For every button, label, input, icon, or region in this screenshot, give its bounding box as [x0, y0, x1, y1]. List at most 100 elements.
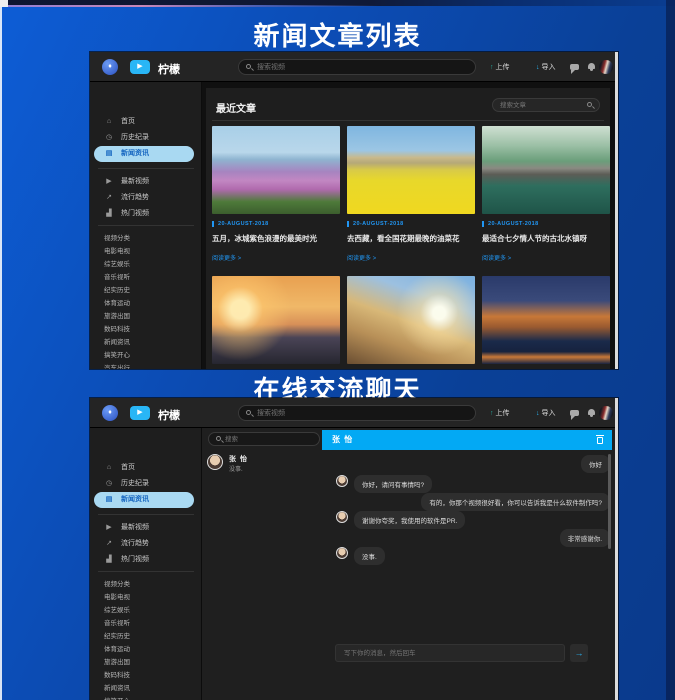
- messages-icon[interactable]: [570, 64, 579, 70]
- send-icon: →: [575, 648, 584, 658]
- sidebar-item-news-active[interactable]: ▤新闻资讯: [94, 146, 194, 162]
- app-header: ♦ ▶ 柠檬 ↑上传 ↓导入: [90, 398, 615, 428]
- import-button[interactable]: ↓导入: [536, 408, 556, 418]
- user-avatar[interactable]: [599, 406, 613, 420]
- user-avatar[interactable]: [599, 60, 613, 74]
- article-card[interactable]: 20-AUGUST-2018 最适合七夕情人节的古北水镇呀 阅读更多 >: [482, 126, 610, 262]
- notifications-icon[interactable]: [588, 409, 595, 415]
- article-title[interactable]: 最适合七夕情人节的古北水镇呀: [482, 233, 610, 244]
- sidebar-category[interactable]: 体育运动: [104, 643, 202, 656]
- sidebar-category[interactable]: 搞笑开心: [104, 349, 202, 362]
- sidebar-item-home[interactable]: ⌂首页: [90, 114, 202, 130]
- upload-icon: ↑: [490, 64, 494, 71]
- read-more-link[interactable]: 阅读更多 >: [347, 253, 475, 262]
- sidebar-category[interactable]: 新闻资讯: [104, 336, 202, 349]
- contact-last-message: 没事.: [229, 464, 243, 473]
- sidebar-item-trending[interactable]: ↗流行趋势: [90, 536, 202, 552]
- chart-icon: ▟: [104, 206, 114, 222]
- sidebar-category[interactable]: 数码科技: [104, 323, 202, 336]
- send-button[interactable]: →: [570, 644, 588, 662]
- article-title[interactable]: 去西藏，看全国花期最晚的油菜花: [347, 233, 475, 244]
- sidebar-category[interactable]: 新闻资讯: [104, 682, 202, 695]
- video-search-box[interactable]: [238, 405, 476, 421]
- import-icon: ↓: [536, 64, 540, 71]
- sidebar-category[interactable]: 电影电视: [104, 245, 202, 258]
- sidebar-item-history[interactable]: ◷历史纪录: [90, 130, 202, 146]
- sidebar-category[interactable]: 旅游出国: [104, 656, 202, 669]
- contact-search-input[interactable]: [225, 433, 315, 445]
- sidebar-category[interactable]: 视频分类: [104, 578, 202, 591]
- sidebar-category[interactable]: 纪实历史: [104, 630, 202, 643]
- article-card[interactable]: 20-AUGUST-2018 去西藏，看全国花期最晚的油菜花 阅读更多 >: [347, 126, 475, 262]
- home-icon: ⌂: [104, 114, 114, 130]
- article-image-harbor-sunset: [212, 276, 340, 364]
- sidebar-category[interactable]: 视频分类: [104, 232, 202, 245]
- app-logo-icon[interactable]: ♦: [102, 59, 118, 75]
- trend-icon: ↗: [104, 190, 114, 206]
- article-search-input[interactable]: [500, 99, 584, 111]
- sidebar: ⌂首页 ◷历史纪录 ▤新闻资讯 ▶最新视频 ↗流行趋势 ▟热门视频 视频分类 电…: [90, 82, 202, 369]
- chat-message-received: 你好，请问有事情吗?: [336, 475, 432, 493]
- sidebar-item-latest-videos[interactable]: ▶最新视频: [90, 174, 202, 190]
- chat-partner-name: 张 怡: [332, 435, 353, 444]
- play-logo-icon[interactable]: ▶: [130, 406, 150, 420]
- article-card[interactable]: [347, 276, 475, 364]
- chat-scrollbar[interactable]: [608, 454, 611, 549]
- sidebar-category[interactable]: 综艺娱乐: [104, 604, 202, 617]
- app-logo-icon[interactable]: ♦: [102, 405, 118, 421]
- read-more-link[interactable]: 阅读更多 >: [212, 253, 340, 262]
- article-card[interactable]: 20-AUGUST-2018 五月，冰城紫色浪漫的最美时光 阅读更多 >: [212, 126, 340, 262]
- article-search-box[interactable]: [492, 98, 600, 112]
- message-input-box[interactable]: [335, 644, 565, 662]
- video-search-input[interactable]: [257, 60, 467, 74]
- sidebar-item-history[interactable]: ◷历史纪录: [90, 476, 202, 492]
- chat-message-sent: 你好: [581, 455, 610, 473]
- article-title[interactable]: 五月，冰城紫色浪漫的最美时光: [212, 233, 340, 244]
- article-card[interactable]: [212, 276, 340, 364]
- sidebar-category[interactable]: 体育运动: [104, 297, 202, 310]
- contact-name[interactable]: 张 怡: [229, 454, 248, 464]
- history-icon: ◷: [104, 476, 114, 492]
- contact-search-box[interactable]: [208, 432, 320, 446]
- play-logo-icon[interactable]: ▶: [130, 60, 150, 74]
- chat-message-sent: 非常感谢你.: [560, 529, 610, 547]
- video-search-box[interactable]: [238, 59, 476, 75]
- sidebar-category[interactable]: 旅游出国: [104, 310, 202, 323]
- sidebar-item-home[interactable]: ⌂首页: [90, 460, 202, 476]
- chat-main: 张 怡 张 怡 没事. 你好 你好，请问有事情吗? 有的，你那个视频很好看，你可…: [202, 428, 618, 700]
- upload-button[interactable]: ↑上传: [490, 62, 510, 72]
- sidebar-category[interactable]: 音乐视听: [104, 271, 202, 284]
- sidebar-item-news-active[interactable]: ▤新闻资讯: [94, 492, 194, 508]
- article-card[interactable]: [482, 276, 610, 364]
- sidebar-category[interactable]: 搞笑开心: [104, 695, 202, 700]
- sidebar-category[interactable]: 综艺娱乐: [104, 258, 202, 271]
- read-more-link[interactable]: 阅读更多 >: [482, 253, 610, 262]
- articles-main: 最近文章 20-AUGUST-2018 五月，冰城紫色浪漫的最美时光 阅读更多 …: [202, 82, 615, 369]
- chat-message-sent: 有的，你那个视频很好看，你可以告诉我是什么软件制作吗?: [421, 493, 610, 511]
- search-icon: [587, 102, 592, 107]
- delete-chat-icon[interactable]: [597, 437, 603, 444]
- chat-message-received: 没事.: [336, 547, 385, 565]
- sidebar-category[interactable]: 音乐视听: [104, 617, 202, 630]
- sidebar-category[interactable]: 汽车出行: [104, 362, 202, 369]
- sidebar-item-hot-videos[interactable]: ▟热门视频: [90, 206, 202, 222]
- video-icon: ▶: [104, 174, 114, 190]
- sidebar-category[interactable]: 纪实历史: [104, 284, 202, 297]
- sidebar-item-trending[interactable]: ↗流行趋势: [90, 190, 202, 206]
- upload-button[interactable]: ↑上传: [490, 408, 510, 418]
- sidebar-item-hot-videos[interactable]: ▟热门视频: [90, 552, 202, 568]
- message-avatar: [336, 475, 348, 487]
- notifications-icon[interactable]: [588, 63, 595, 69]
- import-button[interactable]: ↓导入: [536, 62, 556, 72]
- sidebar: ⌂首页 ◷历史纪录 ▤新闻资讯 ▶最新视频 ↗流行趋势 ▟热门视频 视频分类 电…: [90, 428, 202, 700]
- sidebar-item-latest-videos[interactable]: ▶最新视频: [90, 520, 202, 536]
- messages-icon[interactable]: [570, 410, 579, 416]
- message-input[interactable]: [344, 646, 554, 660]
- chat-message-received: 谢谢你夸奖，我使用的软件是PR.: [336, 511, 465, 529]
- article-image-stone-bridge: [482, 126, 610, 214]
- video-search-input[interactable]: [257, 406, 467, 420]
- section-title-news: 新闻文章列表: [0, 16, 675, 53]
- sidebar-category[interactable]: 电影电视: [104, 591, 202, 604]
- contact-avatar[interactable]: [207, 454, 223, 470]
- sidebar-category[interactable]: 数码科技: [104, 669, 202, 682]
